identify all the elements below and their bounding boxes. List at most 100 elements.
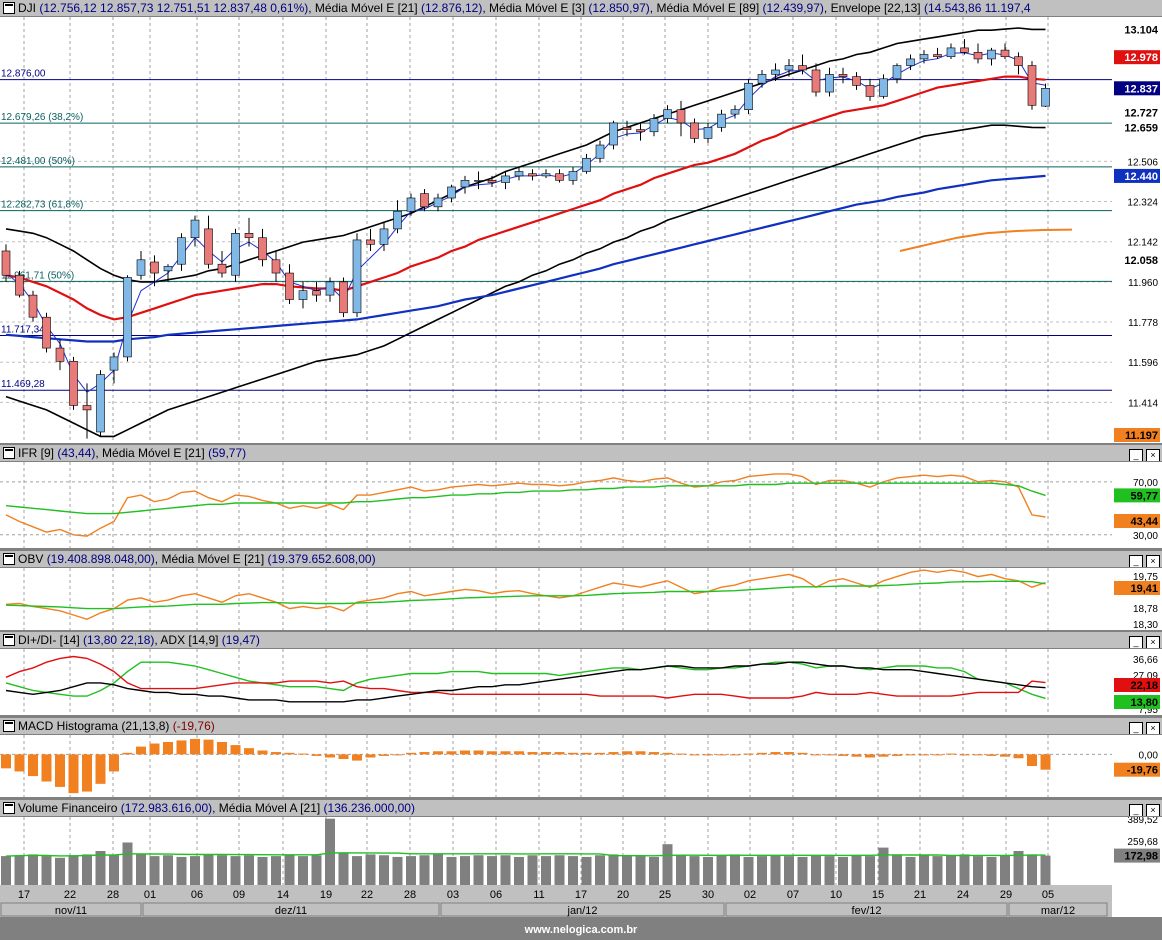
axis-tick-label: 70,00: [1133, 478, 1158, 489]
candle-body: [177, 237, 186, 265]
macd-bar: [1000, 754, 1010, 757]
volume-chart-panel[interactable]: 17 22 28 01 06 09 14 19 22 28 03 06 11 17 20 25 30 02 07 10…: [0, 817, 1112, 917]
candle-body: [244, 233, 254, 239]
macd-bar: [851, 754, 862, 757]
volume-bar: [41, 856, 52, 885]
candle-body: [1000, 49, 1010, 58]
candle-body: [528, 173, 537, 177]
dmi-chart[interactable]: [0, 649, 1112, 715]
macd-bar: [865, 754, 875, 758]
date-tick-label: 28: [107, 889, 119, 901]
close-button[interactable]: ×: [1146, 722, 1160, 734]
volume-bar: [1000, 855, 1010, 885]
header-segment: (13,80 22,18): [83, 633, 155, 647]
panel-menu-icon[interactable]: [3, 802, 15, 814]
axis-badge-label: 13,80: [1130, 697, 1158, 709]
candle-body: [892, 65, 902, 80]
ifr-chart-panel[interactable]: [0, 462, 1112, 548]
month-label: dez/11: [275, 905, 307, 917]
level-label: 11.469,28: [1, 379, 45, 390]
axis-badge-label: 12.727: [1124, 108, 1158, 120]
axis-badge-label: -19,76: [1127, 765, 1158, 777]
axis-badge-label: 43,44: [1130, 516, 1158, 528]
date-tick-label: 14: [277, 889, 289, 901]
price-chart[interactable]: 12.876,00 12.679,26 (38,2%) 12.481,00 (50%…: [0, 17, 1112, 443]
candle-body: [636, 129, 645, 133]
dmi-chart-panel[interactable]: [0, 649, 1112, 715]
axis-tick-label: 11.778: [1128, 318, 1158, 329]
obv-chart-panel[interactable]: [0, 568, 1112, 630]
ifr-chart[interactable]: [0, 462, 1112, 548]
macd-bar: [14, 754, 25, 772]
volume-bar: [743, 856, 754, 885]
axis-tick-label: 12.142: [1127, 238, 1158, 249]
candle-body: [474, 180, 483, 182]
series-line-1: [5, 580, 1046, 610]
axis-badge-label: 11.197: [1125, 430, 1158, 442]
macd-bar: [541, 752, 551, 755]
macd-chart[interactable]: [0, 735, 1112, 797]
volume-bar: [406, 856, 416, 885]
header-segment: OBV: [18, 552, 47, 566]
volume-bar: [460, 856, 470, 885]
volume-bar: [892, 854, 902, 885]
candle-body: [757, 74, 767, 84]
axis-badge-label: 172,98: [1124, 851, 1158, 863]
candle-body: [973, 52, 983, 60]
macd-bar: [662, 752, 673, 755]
dmi-axis-svg: 36,6627,097,9522,1813,80: [1114, 655, 1160, 715]
header-segment: (43,44): [57, 446, 96, 460]
macd-bar: [676, 753, 686, 755]
macd-axis-svg: 0,00 -19,76: [1114, 750, 1160, 777]
volume-bar: [635, 856, 646, 885]
volume-bar: [716, 855, 727, 885]
close-button[interactable]: ×: [1146, 449, 1160, 461]
macd-bar: [878, 754, 889, 757]
macd-chart-panel[interactable]: [0, 735, 1112, 797]
volume-bar: [757, 856, 767, 885]
macd-bar: [433, 751, 443, 755]
panel-menu-icon[interactable]: [3, 553, 15, 565]
price-chart-panel[interactable]: 12.876,00 12.679,26 (38,2%) 12.481,00 (50%…: [0, 17, 1112, 443]
close-button[interactable]: ×: [1146, 804, 1160, 816]
panel-menu-icon[interactable]: [3, 720, 15, 732]
obv-axis: 19,75 18,78 18,30 19,41: [1112, 568, 1162, 630]
axis-tick-label: 11.960: [1128, 278, 1158, 289]
candle-body: [744, 82, 753, 111]
header-segment: (19.408.898.048,00): [46, 552, 155, 566]
close-button[interactable]: ×: [1146, 636, 1160, 648]
minimize-button[interactable]: _: [1129, 804, 1143, 816]
candle-body: [690, 122, 699, 139]
volume-bar: [311, 855, 322, 885]
volume-bar: [14, 855, 25, 885]
date-tick-label: 06: [191, 889, 203, 901]
volume-bar: [379, 855, 389, 885]
volume-bar: [271, 856, 281, 885]
close-button[interactable]: ×: [1146, 555, 1160, 567]
date-tick-label: 11: [533, 889, 544, 901]
panel-menu-icon[interactable]: [3, 447, 15, 459]
volume-bar: [797, 856, 808, 885]
minimize-button[interactable]: _: [1129, 555, 1143, 567]
volume-bar: [352, 856, 362, 885]
candle-body: [109, 356, 119, 371]
volume-bar: [433, 854, 443, 885]
minimize-button[interactable]: _: [1129, 449, 1143, 461]
candle-body: [190, 219, 200, 239]
minimize-button[interactable]: _: [1129, 636, 1143, 648]
minimize-button[interactable]: _: [1129, 722, 1143, 734]
panel-menu-icon[interactable]: [3, 634, 15, 646]
volume-chart[interactable]: 17 22 28 01 06 09 14 19 22 28 03 06 11 17 20 25 30 02 07 10…: [0, 817, 1112, 917]
macd-bar: [68, 754, 79, 794]
obv-chart[interactable]: [0, 568, 1112, 630]
candle-body: [609, 122, 618, 146]
volume-bar: [986, 856, 997, 885]
macd-bar: [527, 752, 538, 755]
macd-bar: [460, 750, 470, 755]
panel-menu-icon[interactable]: [3, 2, 15, 14]
candle-body: [1014, 56, 1023, 66]
header-segment: , Média Móvel E [21]: [308, 1, 421, 15]
header-segment: DI+/DI- [14]: [18, 633, 84, 647]
macd-bar: [581, 752, 592, 755]
volume-bar: [230, 856, 241, 885]
